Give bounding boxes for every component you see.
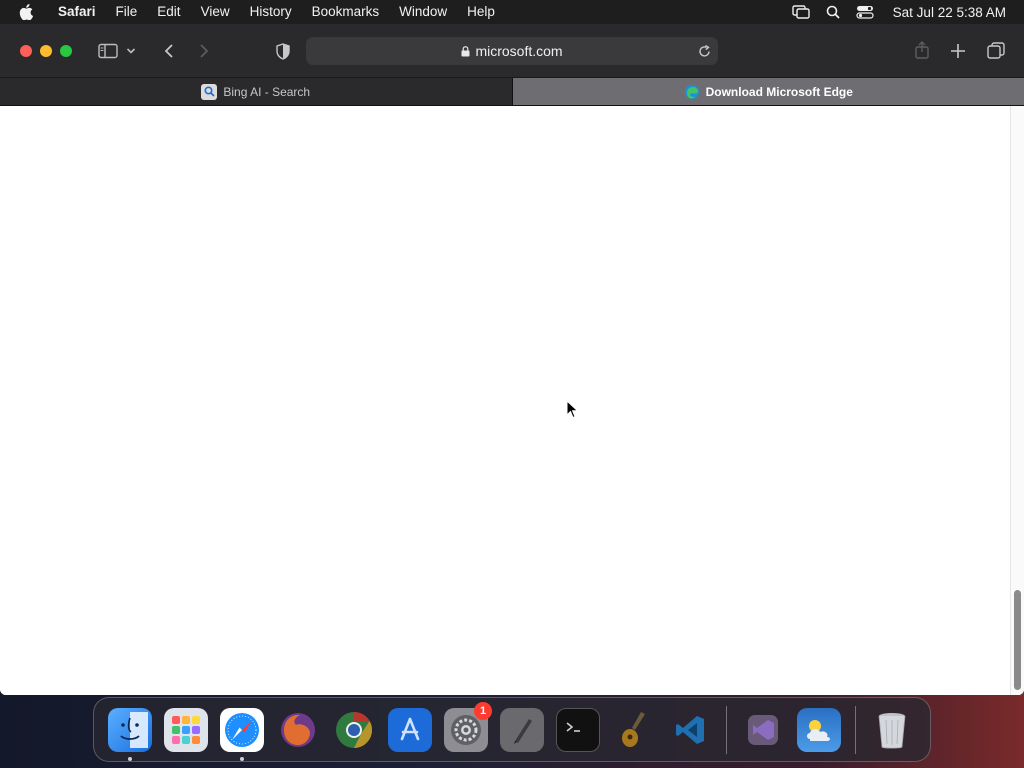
system-settings-icon[interactable]: 1	[444, 701, 492, 752]
reload-icon[interactable]	[696, 43, 712, 59]
vertical-scrollbar[interactable]	[1010, 106, 1024, 695]
app-store-icon[interactable]	[388, 707, 432, 752]
launchpad-icon[interactable]	[164, 707, 208, 752]
menu-file[interactable]: File	[106, 0, 148, 24]
back-arrow-icon[interactable]	[156, 38, 182, 64]
safari-icon[interactable]	[220, 707, 264, 761]
close-window-button[interactable]	[20, 44, 32, 57]
tab-bar: Bing AI - Search Download Microsoft Edge	[0, 78, 1024, 106]
spotlight-search-icon[interactable]	[824, 4, 842, 20]
address-bar[interactable]: microsoft.com	[306, 37, 718, 65]
minimize-window-button[interactable]	[40, 44, 52, 57]
menu-bar: Safari File Edit View History Bookmarks …	[0, 0, 1024, 24]
maximize-window-button[interactable]	[60, 44, 72, 57]
scrollbar-thumb[interactable]	[1014, 590, 1021, 690]
lock-icon	[461, 45, 470, 57]
dock-separator	[855, 705, 856, 754]
tab-label: Download Microsoft Edge	[705, 84, 853, 99]
menu-edit[interactable]: Edit	[147, 0, 190, 24]
menu-bookmarks[interactable]: Bookmarks	[302, 0, 390, 24]
chrome-icon[interactable]	[332, 708, 376, 752]
menu-app-safari[interactable]: Safari	[48, 0, 106, 24]
menu-bar-clock[interactable]: Sat Jul 22 5:38 AM	[893, 5, 1006, 20]
running-indicator	[240, 756, 244, 761]
menu-history[interactable]: History	[240, 0, 302, 24]
tab-download-microsoft-edge[interactable]: Download Microsoft Edge	[512, 78, 1024, 105]
notification-badge: 1	[474, 701, 492, 720]
menu-window[interactable]: Window	[389, 0, 457, 24]
browser-toolbar: microsoft.com	[0, 24, 1024, 78]
terminal-icon[interactable]	[556, 707, 600, 752]
garageband-icon[interactable]	[612, 708, 656, 752]
menu-view[interactable]: View	[191, 0, 240, 24]
sidebar-toggle-icon[interactable]	[95, 38, 121, 64]
address-text: microsoft.com	[475, 43, 563, 59]
safari-window: microsoft.com Bing AI - Search Download	[0, 24, 1024, 695]
running-indicator	[128, 756, 132, 761]
weather-icon[interactable]	[797, 707, 841, 752]
search-favicon-icon	[201, 83, 218, 100]
control-center-icon[interactable]	[856, 4, 874, 20]
tab-group-chevron-down-icon[interactable]	[123, 38, 139, 64]
tab-bing-ai-search[interactable]: Bing AI - Search	[0, 78, 513, 105]
script-editor-icon[interactable]	[500, 707, 544, 752]
new-tab-plus-icon[interactable]	[945, 38, 971, 64]
privacy-shield-icon[interactable]	[270, 38, 296, 64]
edge-favicon-icon	[684, 84, 700, 100]
tab-overview-icon[interactable]	[983, 38, 1009, 64]
finder-icon[interactable]	[108, 707, 152, 761]
window-controls	[20, 44, 80, 57]
dock-separator	[726, 705, 727, 754]
apple-menu-icon[interactable]	[16, 2, 36, 22]
share-icon[interactable]	[909, 37, 935, 63]
trash-icon[interactable]	[870, 708, 914, 752]
web-content-area[interactable]	[0, 106, 1024, 695]
forward-arrow-icon[interactable]	[191, 38, 217, 64]
firefox-icon[interactable]	[276, 708, 320, 752]
visual-studio-icon[interactable]	[741, 708, 785, 752]
menu-help[interactable]: Help	[457, 0, 505, 24]
mouse-cursor-icon	[566, 399, 580, 420]
tab-label: Bing AI - Search	[223, 84, 311, 99]
screen-mirroring-icon[interactable]	[791, 4, 810, 20]
vscode-icon[interactable]	[668, 708, 712, 752]
dock: 1	[93, 697, 931, 762]
